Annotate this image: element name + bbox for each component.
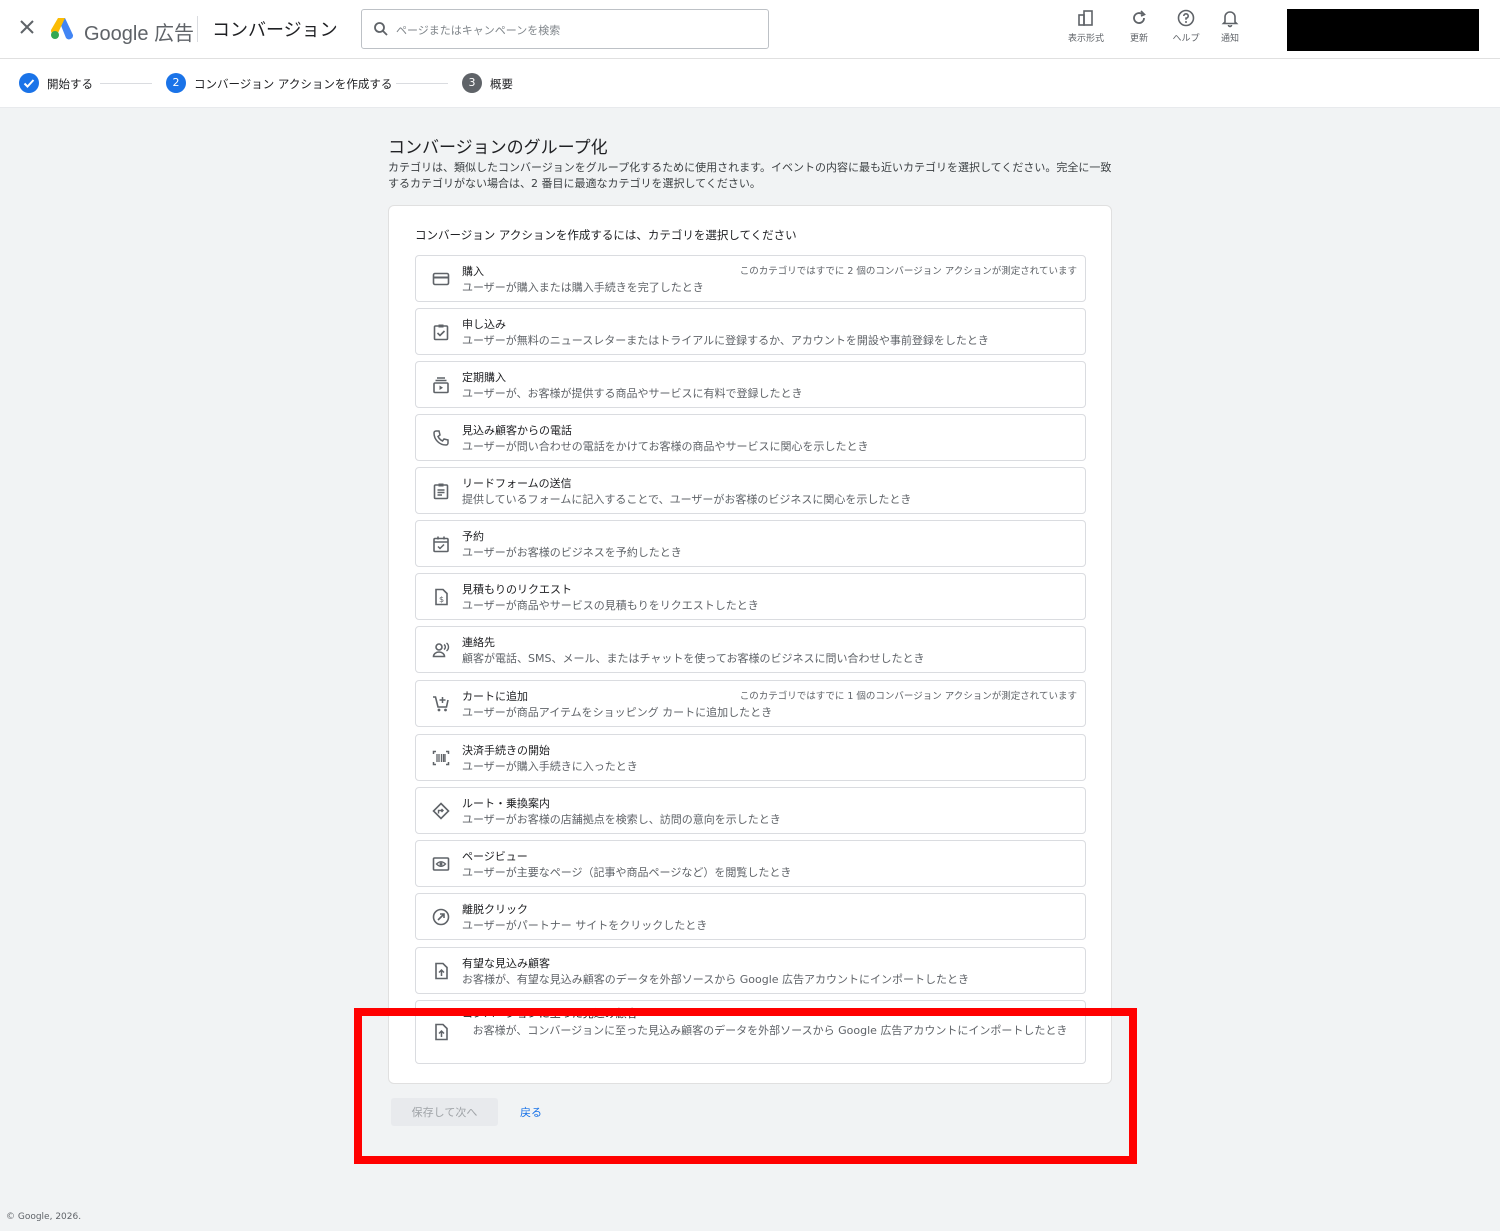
option-description: ユーザーが主要なページ（記事や商品ページなど）を閲覧したとき xyxy=(462,866,792,879)
search-input[interactable] xyxy=(396,19,756,41)
step-1-check-icon xyxy=(19,73,39,93)
option-description: ユーザーが購入または購入手続きを完了したとき xyxy=(462,281,704,294)
option-title: 決済手続きの開始 xyxy=(462,744,550,757)
option-title: 見込み顧客からの電話 xyxy=(462,424,572,437)
category-option-page-view[interactable]: ページビュー ユーザーが主要なページ（記事や商品ページなど）を閲覧したとき xyxy=(415,840,1086,887)
option-description: お客様が、有望な見込み顧客のデータを外部ソースから Google 広告アカウント… xyxy=(462,973,970,986)
refresh-icon xyxy=(1133,10,1146,24)
category-option-request-quote[interactable]: $ 見積もりのリクエスト ユーザーが商品やサービスの見積もりをリクエストしたとき xyxy=(415,573,1086,620)
step-1-label: 開始する xyxy=(47,77,93,91)
copyright: © Google, 2026. xyxy=(6,1212,82,1222)
step-3-number: 3 xyxy=(462,73,482,93)
option-description: ユーザーがお客様の店舗拠点を検索し、訪問の意向を示したとき xyxy=(462,813,781,826)
section-description: カテゴリは、類似したコンバージョンをグループ化するために使用されます。イベントの… xyxy=(388,161,1112,190)
category-option-outbound-click[interactable]: 離脱クリック ユーザーがパートナー サイトをクリックしたとき xyxy=(415,893,1086,940)
search-icon xyxy=(374,22,388,36)
option-description: ユーザーが無料のニュースレターまたはトライアルに登録するか、アカウントを開設や事… xyxy=(462,334,989,347)
brand-name: Google 広告 xyxy=(84,23,195,45)
top-app-bar: Google 広告 コンバージョン 表示形式 更新 ヘルプ xyxy=(0,0,1500,59)
option-description: 提供しているフォームに記入することで、ユーザーがお客様のビジネスに関心を示したと… xyxy=(462,493,912,506)
category-option-directions[interactable]: ルート・乗換案内 ユーザーがお客様の店舗拠点を検索し、訪問の意向を示したとき xyxy=(415,787,1086,834)
option-title: 定期購入 xyxy=(462,371,506,384)
svg-text:$: $ xyxy=(439,595,444,604)
bell-icon xyxy=(1221,11,1239,28)
option-title: ルート・乗換案内 xyxy=(462,797,550,810)
option-existing-note: このカテゴリではすでに 1 個のコンバージョン アクションが測定されています xyxy=(739,691,1077,702)
option-title: リードフォームの送信 xyxy=(462,477,572,490)
option-title: 連絡先 xyxy=(462,636,495,649)
close-icon[interactable] xyxy=(14,14,40,40)
category-option-phone-lead[interactable]: 見込み顧客からの電話 ユーザーが問い合わせの電話をかけてお客様の商品やサービスに… xyxy=(415,414,1086,461)
option-title: 申し込み xyxy=(462,318,506,331)
checklist-icon xyxy=(433,324,449,341)
account-redacted[interactable] xyxy=(1287,9,1479,51)
search-box[interactable] xyxy=(361,9,769,49)
category-option-booking[interactable]: 予約 ユーザーがお客様のビジネスを予約したとき xyxy=(415,520,1086,567)
option-title: 離脱クリック xyxy=(462,903,528,916)
option-description: ユーザーが問い合わせの電話をかけてお客様の商品やサービスに関心を示したとき xyxy=(462,440,869,453)
category-option-subscribe[interactable]: 定期購入 ユーザーが、お客様が提供する商品やサービスに有料で登録したとき xyxy=(415,361,1086,408)
option-description: ユーザーがパートナー サイトをクリックしたとき xyxy=(462,919,708,932)
page-view-icon xyxy=(432,857,450,871)
google-ads-logo-icon xyxy=(49,16,75,40)
appearance-icon xyxy=(1078,10,1093,26)
step-2-label: コンバージョン アクションを作成する xyxy=(194,77,393,91)
phone-icon xyxy=(433,430,449,446)
outbound-click-icon xyxy=(432,908,450,926)
category-option-lead-form[interactable]: リードフォームの送信 提供しているフォームに記入することで、ユーザーがお客様のビ… xyxy=(415,467,1086,514)
header-divider xyxy=(197,16,198,42)
quote-document-icon: $ xyxy=(435,588,448,606)
page-title: コンバージョン xyxy=(212,20,338,41)
step-connector xyxy=(100,83,152,84)
category-card: コンバージョン アクションを作成するには、カテゴリを選択してください 購入 ユー… xyxy=(388,205,1112,1084)
option-description: 顧客が電話、SMS、メール、またはチャットを使ってお客様のビジネスに問い合わせし… xyxy=(462,652,925,665)
option-description: ユーザーが商品アイテムをショッピング カートに追加したとき xyxy=(462,706,773,719)
option-title: カートに追加 xyxy=(462,690,528,703)
category-option-purchase[interactable]: 購入 ユーザーが購入または購入手続きを完了したとき このカテゴリではすでに 2 … xyxy=(415,255,1086,302)
barcode-icon xyxy=(432,750,450,766)
option-title: 有望な見込み顧客 xyxy=(462,957,550,970)
category-option-begin-checkout[interactable]: 決済手続きの開始 ユーザーが購入手続きに入ったとき xyxy=(415,734,1086,781)
card-heading: コンバージョン アクションを作成するには、カテゴリを選択してください xyxy=(415,228,797,242)
option-title: 見積もりのリクエスト xyxy=(462,583,572,596)
category-option-contact[interactable]: 連絡先 顧客が電話、SMS、メール、またはチャットを使ってお客様のビジネスに問い… xyxy=(415,626,1086,673)
option-title: 予約 xyxy=(462,530,484,543)
option-description: ユーザーが商品やサービスの見積もりをリクエストしたとき xyxy=(462,599,759,612)
step-connector xyxy=(396,83,448,84)
appearance-label: 表示形式 xyxy=(1067,34,1104,44)
notifications-button[interactable]: 通知 xyxy=(1202,8,1258,52)
option-description: ユーザーがお客様のビジネスを予約したとき xyxy=(462,546,682,559)
directions-icon xyxy=(432,802,450,820)
clipboard-icon xyxy=(433,483,449,500)
annotation-highlight-box xyxy=(354,1008,1137,1164)
step-2-number: 2 xyxy=(166,73,186,93)
notifications-label: 通知 xyxy=(1220,34,1239,44)
category-option-add-to-cart[interactable]: カートに追加 ユーザーが商品アイテムをショッピング カートに追加したとき このカ… xyxy=(415,680,1086,727)
option-existing-note: このカテゴリではすでに 2 個のコンバージョン アクションが測定されています xyxy=(739,266,1077,277)
option-title: 購入 xyxy=(462,265,484,278)
add-to-cart-icon xyxy=(433,696,449,712)
category-option-qualified-lead[interactable]: 有望な見込み顧客 お客様が、有望な見込み顧客のデータを外部ソースから Googl… xyxy=(415,947,1086,994)
section-title: コンバージョンのグループ化 xyxy=(388,138,608,158)
appearance-button[interactable]: 表示形式 xyxy=(1058,8,1114,52)
contacts-icon xyxy=(432,642,450,658)
calendar-check-icon xyxy=(433,536,449,553)
category-option-signup[interactable]: 申し込み ユーザーが無料のニュースレターまたはトライアルに登録するか、アカウント… xyxy=(415,308,1086,355)
option-title: ページビュー xyxy=(462,850,528,863)
help-icon xyxy=(1177,9,1195,27)
option-description: ユーザーが、お客様が提供する商品やサービスに有料で登録したとき xyxy=(462,387,803,400)
upload-file-icon xyxy=(435,962,448,980)
subscriptions-icon xyxy=(433,377,449,394)
step-3-label: 概要 xyxy=(490,77,513,91)
stepper: 開始する 2 コンバージョン アクションを作成する 3 概要 xyxy=(0,59,1500,108)
credit-card-icon xyxy=(432,272,450,286)
option-description: ユーザーが購入手続きに入ったとき xyxy=(462,760,638,773)
